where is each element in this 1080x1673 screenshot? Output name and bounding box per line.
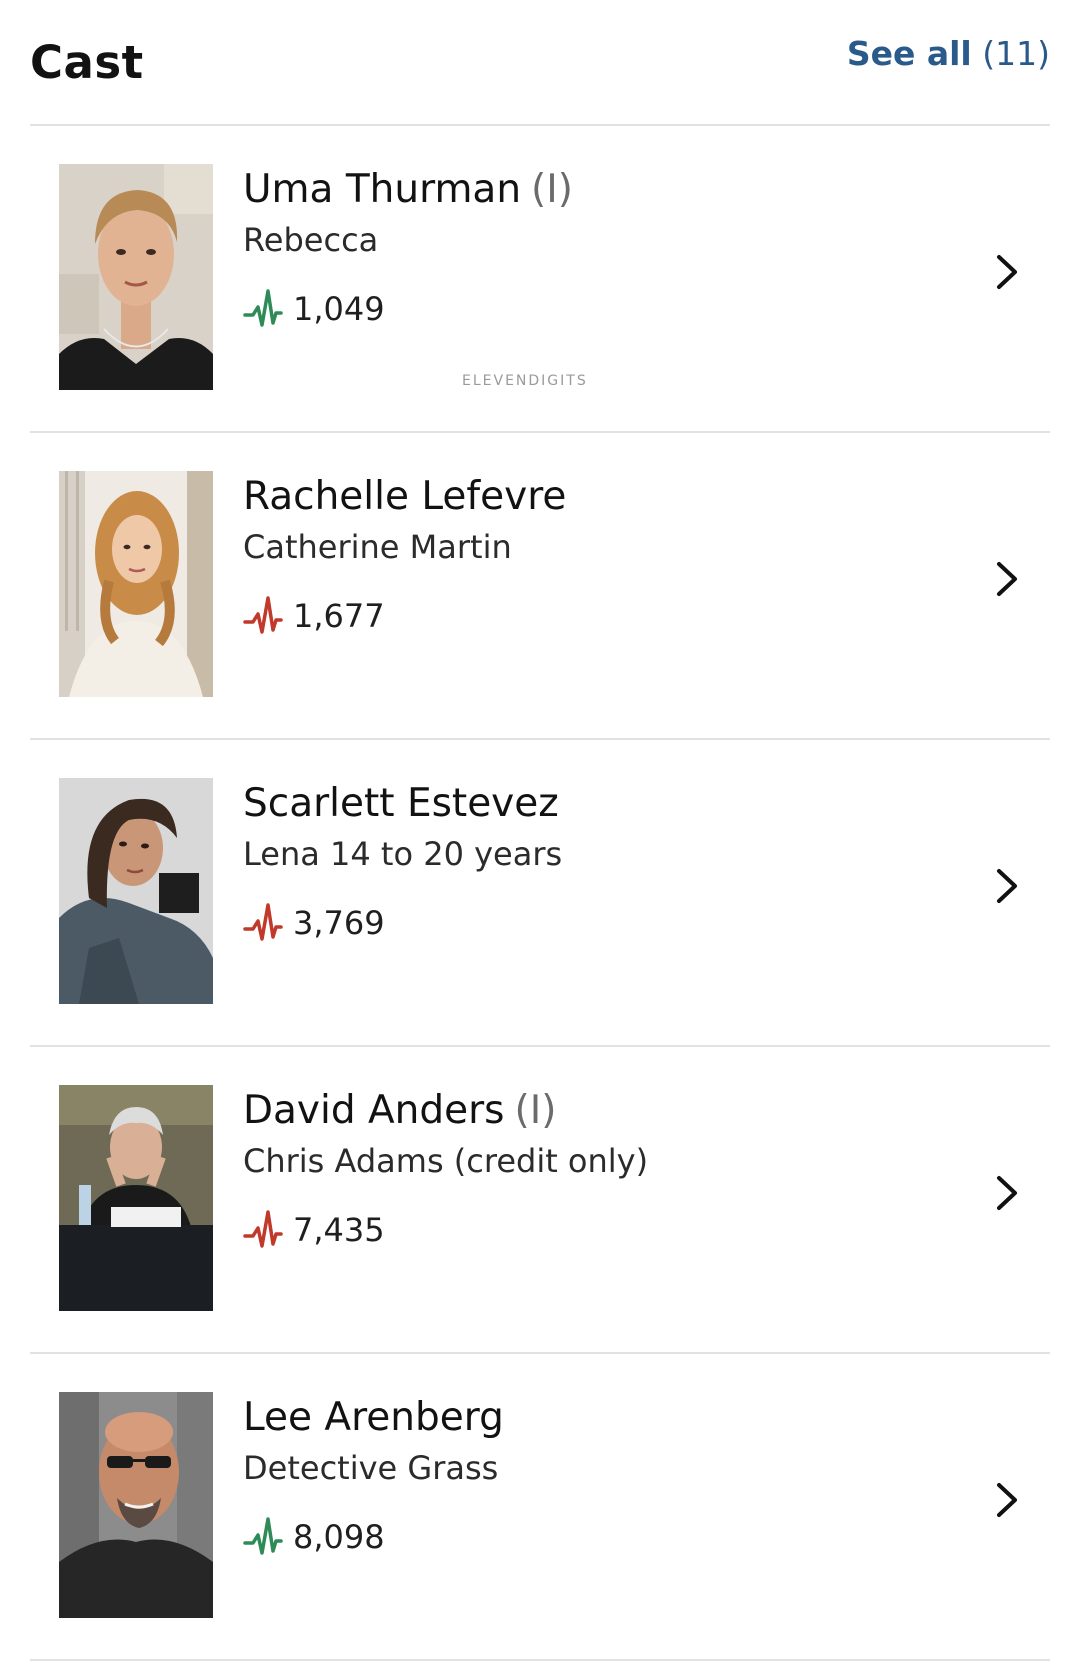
character-name: Lena 14 to 20 years	[243, 835, 563, 873]
starmeter: 8,098	[243, 1514, 970, 1560]
starmeter-down-icon	[243, 901, 283, 945]
actor-name: Uma Thurman (I)	[243, 166, 970, 214]
starmeter-value: 8,098	[293, 1518, 385, 1556]
cast-info: Uma Thurman (I) Rebecca 1,049	[243, 166, 970, 332]
cast-row[interactable]: Lee Arenberg Detective Grass 8,098	[30, 1354, 1050, 1661]
actor-name-text: Lee Arenberg	[243, 1395, 504, 1440]
starmeter-value: 1,677	[293, 597, 385, 635]
actor-name-text: Rachelle Lefevre	[243, 474, 567, 519]
headshot-photo	[59, 778, 213, 1004]
chevron-right-icon[interactable]	[994, 1480, 1020, 1520]
chevron-right-icon[interactable]	[994, 559, 1020, 599]
starmeter: 7,435	[243, 1207, 970, 1253]
headshot-photo	[59, 1085, 213, 1311]
actor-name-text: Scarlett Estevez	[243, 781, 559, 826]
starmeter-up-icon	[243, 287, 283, 331]
cast-row[interactable]: Scarlett Estevez Lena 14 to 20 years 3,7…	[30, 740, 1050, 1047]
character-name: Detective Grass	[243, 1449, 499, 1487]
character-name: Catherine Martin	[243, 528, 512, 566]
starmeter-value: 7,435	[293, 1211, 385, 1249]
actor-name-text: David Anders	[243, 1088, 505, 1133]
cast-info: David Anders (I) Chris Adams (credit only…	[243, 1087, 970, 1253]
actor-name-text: Uma Thurman	[243, 167, 522, 212]
starmeter-value: 3,769	[293, 904, 385, 942]
actor-name: Lee Arenberg	[243, 1394, 970, 1442]
starmeter: 1,677	[243, 593, 970, 639]
starmeter: 3,769	[243, 900, 970, 946]
starmeter-down-icon	[243, 594, 283, 638]
cast-row[interactable]: David Anders (I) Chris Adams (credit only…	[30, 1047, 1050, 1354]
cast-row[interactable]: Uma Thurman (I) Rebecca 1,049 ELEVENDIGIT…	[30, 126, 1050, 433]
chevron-right-icon[interactable]	[994, 252, 1020, 292]
actor-qualifier: (I)	[531, 167, 573, 212]
cast-info: Scarlett Estevez Lena 14 to 20 years 3,7…	[243, 780, 970, 946]
cast-info: Lee Arenberg Detective Grass 8,098	[243, 1394, 970, 1560]
character-name: Rebecca	[243, 221, 379, 259]
starmeter-down-icon	[243, 1208, 283, 1252]
headshot-photo	[59, 471, 213, 697]
headshot-photo	[59, 164, 213, 390]
cast-info: Rachelle Lefevre Catherine Martin 1,677	[243, 473, 970, 639]
section-title: Cast	[30, 36, 144, 89]
actor-qualifier: (I)	[514, 1088, 557, 1133]
headshot-photo	[59, 1392, 213, 1618]
actor-name: David Anders (I)	[243, 1087, 970, 1135]
see-all-count: (11)	[982, 34, 1050, 73]
cast-row[interactable]: Rachelle Lefevre Catherine Martin 1,677	[30, 433, 1050, 740]
actor-name: Rachelle Lefevre	[243, 473, 970, 521]
cast-list: Uma Thurman (I) Rebecca 1,049 ELEVENDIGIT…	[30, 126, 1050, 1661]
watermark-text: ELEVENDIGITS	[462, 373, 588, 389]
cast-header: Cast See all (11)	[30, 0, 1050, 126]
chevron-right-icon[interactable]	[994, 1173, 1020, 1213]
starmeter: 1,049	[243, 286, 970, 332]
see-all-label: See all	[846, 34, 972, 73]
actor-name: Scarlett Estevez	[243, 780, 970, 828]
starmeter-up-icon	[243, 1515, 283, 1559]
character-name: Chris Adams (credit only)	[243, 1142, 649, 1180]
starmeter-value: 1,049	[293, 290, 385, 328]
see-all-link[interactable]: See all (11)	[847, 34, 1050, 73]
chevron-right-icon[interactable]	[994, 866, 1020, 906]
